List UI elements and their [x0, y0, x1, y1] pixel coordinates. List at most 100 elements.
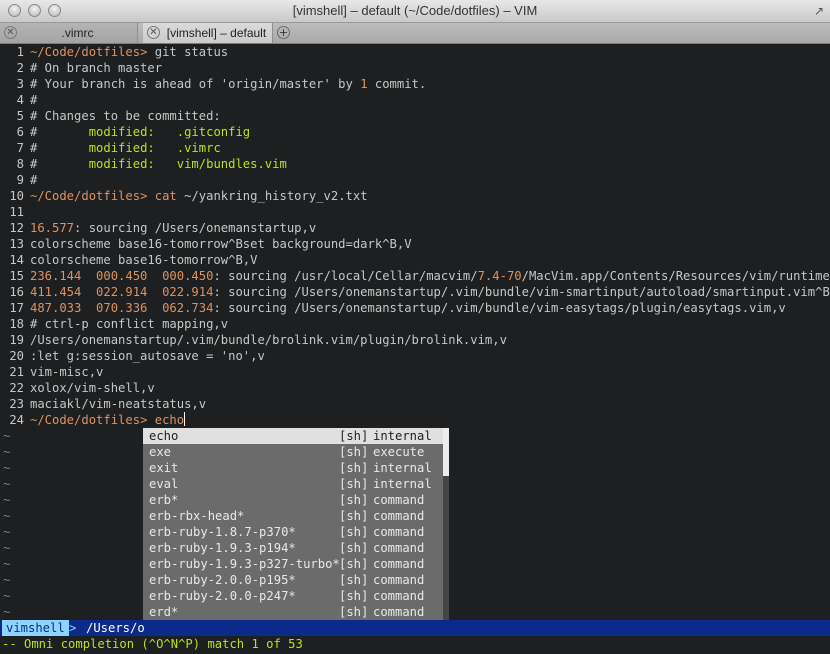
completion-item[interactable]: erb-ruby-1.9.3-p194* [sh] command [143, 540, 443, 556]
completion-kind: [sh] [339, 573, 369, 587]
completion-kind: [sh] [339, 445, 369, 459]
text-segment: maciakl/vim-neatstatus,v [30, 397, 207, 411]
completion-word: erb* [149, 493, 179, 507]
buffer-line: 7 # modified: .vimrc [0, 140, 830, 156]
buffer-line: 6 # modified: .gitconfig [0, 124, 830, 140]
line-text: # modified: .vimrc [30, 140, 221, 156]
completion-word: erb-ruby-2.0.0-p195* [149, 573, 296, 587]
statusline-path: /Users/o [86, 621, 145, 635]
tilde-marker: ~ [3, 573, 11, 587]
text-segment: # [30, 173, 38, 187]
line-text: ~/Code/dotfiles> git status [30, 44, 228, 60]
line-number: 19 [9, 333, 24, 347]
buffer-line: 16 411.454 022.914 022.914: sourcing /Use… [0, 284, 830, 300]
completion-description: command [373, 525, 425, 539]
number-text: 7.4-70 [477, 269, 522, 283]
text-segment: # [30, 141, 89, 155]
modified-entry: modified: .gitconfig [88, 125, 251, 139]
buffer-line: 12 16.577: sourcing /Users/onemanstartup,… [0, 220, 830, 236]
line-text: # On branch master [30, 60, 162, 76]
line-number: 5 [16, 109, 24, 123]
completion-item[interactable]: erb* [sh] command [143, 492, 443, 508]
text-segment: # Your branch is ahead of 'origin/master… [30, 77, 361, 91]
fullscreen-icon[interactable]: ↗ [814, 4, 824, 18]
line-text: /Users/onemanstartup/.vim/bundle/brolink… [30, 332, 507, 348]
line-number: 9 [16, 173, 24, 187]
completion-item[interactable]: erd* [sh] command [143, 604, 443, 620]
completion-description: command [373, 493, 425, 507]
buffer-line: 24 ~/Code/dotfiles> echo [0, 412, 830, 428]
line-number: 14 [9, 253, 24, 267]
completion-description: command [373, 573, 425, 587]
completion-item[interactable]: erb-rbx-head* [sh] command [143, 508, 443, 524]
completion-item[interactable]: exit [sh] internal [143, 460, 443, 476]
shell-prompt: cat [154, 189, 177, 203]
line-text: 411.454 022.914 022.914: sourcing /Users… [30, 284, 830, 300]
buffer-line: 17 487.033 070.336 062.734: sourcing /Use… [0, 300, 830, 316]
line-number: 20 [9, 349, 24, 363]
shell-prompt: echo [154, 413, 185, 427]
line-number: 12 [9, 221, 24, 235]
completion-scrollbar-thumb[interactable] [443, 428, 449, 476]
text-segment: # On branch master [30, 61, 163, 75]
tilde-marker: ~ [3, 461, 11, 475]
completion-item[interactable]: echo [sh] internal [143, 428, 443, 444]
completion-item[interactable]: exe [sh] execute [143, 444, 443, 460]
completion-popup[interactable]: echo [sh] internal exe [sh] execute exit [sh] in… [143, 428, 443, 636]
tab-label: [vimshell] – default [166, 26, 267, 40]
tab-close-icon[interactable]: ✕ [147, 26, 160, 39]
buffer-line: 19/Users/onemanstartup/.vim/bundle/broli… [0, 332, 830, 348]
text-segment: xolox/vim-shell,v [30, 381, 155, 395]
buffer-line: 10 ~/Code/dotfiles> cat ~/yankring_histor… [0, 188, 830, 204]
line-text: # [30, 172, 37, 188]
text-segment: : sourcing /Users/onemanstartup,v [74, 221, 317, 235]
text-segment: # Changes to be committed: [30, 109, 221, 123]
text-segment: :let g:session_autosave = 'no',v [30, 349, 265, 363]
completion-description: command [373, 605, 425, 619]
completion-kind: [sh] [339, 429, 369, 443]
text-segment: commit. [367, 77, 427, 91]
completion-word: erd* [149, 605, 179, 619]
line-number: 18 [9, 317, 24, 331]
tilde-marker: ~ [3, 525, 11, 539]
tilde-marker: ~ [3, 477, 11, 491]
tab-label: .vimrc [61, 26, 94, 40]
completion-item[interactable]: erb-ruby-1.8.7-p370* [sh] command [143, 524, 443, 540]
line-number: 23 [9, 397, 24, 411]
completion-kind: [sh] [339, 525, 369, 539]
tab-vimrc[interactable]: ✕ .vimrc [0, 23, 138, 43]
line-number: 4 [16, 93, 24, 107]
number-text: 236.144 000.450 000.450 [30, 269, 214, 283]
command-line-message: -- Omni completion (^O^N^P) match 1 of 5… [2, 637, 303, 651]
completion-word: erb-rbx-head* [149, 509, 245, 523]
tab-vimshell[interactable]: ✕ [vimshell] – default [143, 23, 273, 43]
buffer-line: 15 236.144 000.450 000.450: sourcing /usr… [0, 268, 830, 284]
line-text: maciakl/vim-neatstatus,v [30, 396, 206, 412]
tilde-marker: ~ [3, 429, 11, 443]
completion-item[interactable]: eval [sh] internal [143, 476, 443, 492]
line-number: 1 [16, 45, 24, 59]
number-text: 487.033 070.336 062.734 [30, 301, 214, 315]
text-segment: /MacVim.app/Contents/Resources/vim/runti… [521, 269, 830, 283]
tab-close-icon[interactable]: ✕ [4, 26, 17, 39]
line-text: xolox/vim-shell,v [30, 380, 155, 396]
completion-scrollbar[interactable] [443, 428, 449, 636]
completion-item[interactable]: erb-ruby-2.0.0-p195* [sh] command [143, 572, 443, 588]
completion-word: erb-ruby-1.9.3-p194* [149, 541, 296, 555]
line-text: colorscheme base16-tomorrow^Bset backgro… [30, 236, 412, 252]
text-segment: vim-misc,v [30, 365, 104, 379]
new-tab-icon[interactable]: + [277, 26, 290, 39]
line-text: 236.144 000.450 000.450: sourcing /usr/l… [30, 268, 830, 284]
line-number: 13 [9, 237, 24, 251]
completion-kind: [sh] [339, 605, 369, 619]
buffer-line: 21 vim-misc,v [0, 364, 830, 380]
completion-item[interactable]: erb-ruby-1.9.3-p327-turbo* [sh] command [143, 556, 443, 572]
modified-entry: modified: .vimrc [88, 141, 221, 155]
line-number: 24 [9, 413, 24, 427]
buffer-line: 4 # [0, 92, 830, 108]
shell-prompt: ~/Code/dotfiles> [30, 45, 148, 59]
completion-description: command [373, 557, 425, 571]
line-number: 15 [9, 269, 24, 283]
line-text: 16.577: sourcing /Users/onemanstartup,v [30, 220, 316, 236]
completion-item[interactable]: erb-ruby-2.0.0-p247* [sh] command [143, 588, 443, 604]
